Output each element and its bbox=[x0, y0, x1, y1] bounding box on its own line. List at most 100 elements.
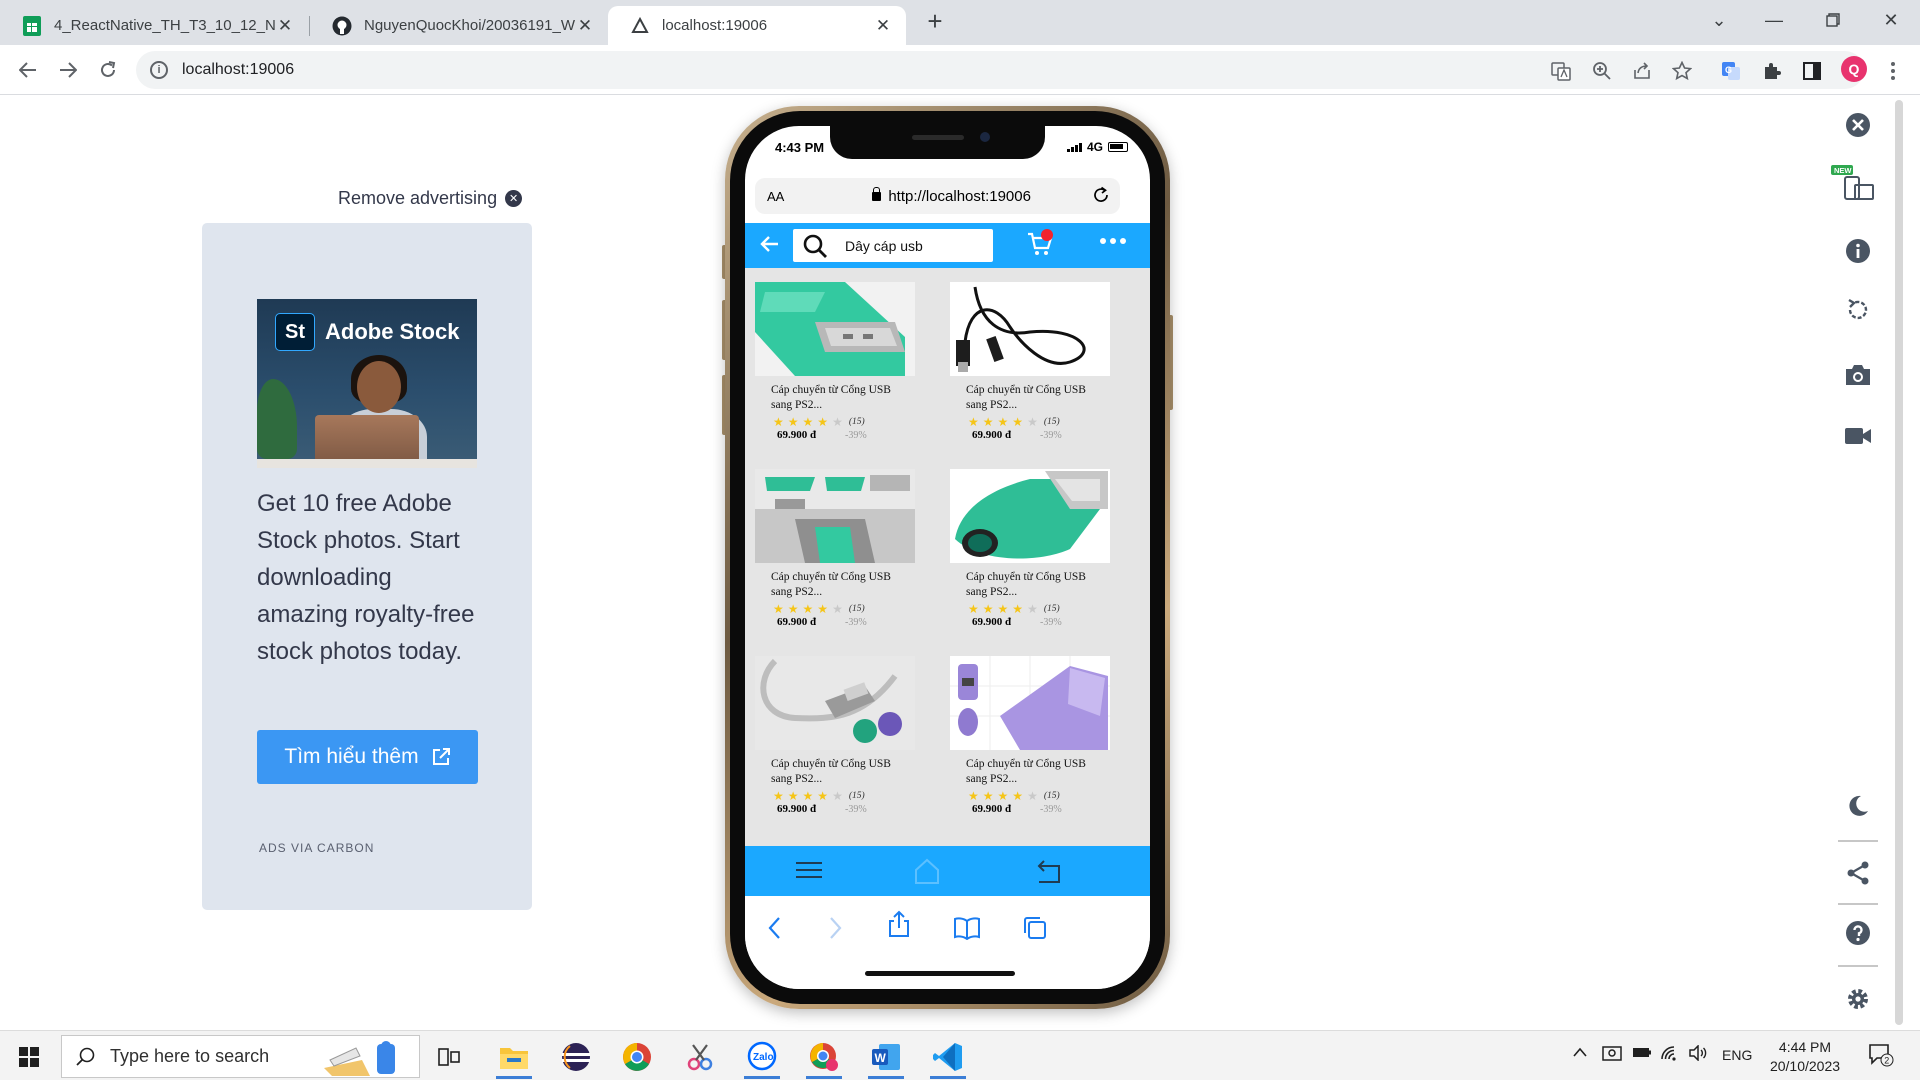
product-name[interactable]: Cáp chuyển từ Cổng USB sang PS2... bbox=[966, 570, 1096, 600]
remove-advertising-link[interactable]: Remove advertising ✕ bbox=[338, 188, 523, 209]
minimize-button[interactable]: — bbox=[1747, 0, 1801, 40]
address-url[interactable]: localhost:19006 bbox=[182, 61, 294, 79]
product-image[interactable] bbox=[755, 282, 915, 376]
share-icon[interactable] bbox=[888, 910, 910, 943]
bookmarks-book-icon[interactable] bbox=[953, 916, 981, 945]
dark-mode-moon-icon[interactable] bbox=[1843, 791, 1873, 821]
ad-image[interactable]: St Adobe Stock bbox=[257, 299, 477, 468]
product-name[interactable]: Cáp chuyển từ Cổng USB sang PS2... bbox=[771, 570, 901, 600]
video-camera-icon[interactable] bbox=[1843, 421, 1873, 451]
battery-icon[interactable] bbox=[1632, 1045, 1652, 1062]
product-name[interactable]: Cáp chuyển từ Cổng USB sang PS2... bbox=[771, 757, 901, 787]
cart-icon[interactable] bbox=[1027, 229, 1053, 261]
product-card[interactable]: Cáp chuyển từ Cổng USB sang PS2... ★ ★ ★ ★ ★… bbox=[940, 642, 1120, 817]
tab-github[interactable]: NguyenQuocKhoi/20036191_W ✕ bbox=[310, 6, 608, 45]
chrome-profile-icon[interactable] bbox=[800, 1035, 848, 1079]
site-info-icon[interactable]: i bbox=[150, 61, 168, 79]
snipping-tool-icon[interactable] bbox=[676, 1035, 724, 1079]
product-card[interactable]: Cáp chuyển từ Cổng USB sang PS2... ★ ★ ★ ★ ★… bbox=[940, 455, 1120, 630]
product-image[interactable] bbox=[950, 469, 1110, 563]
translate-icon[interactable] bbox=[1549, 59, 1573, 83]
product-name[interactable]: Cáp chuyển từ Cổng USB sang PS2... bbox=[771, 383, 901, 413]
chevron-left-icon[interactable] bbox=[767, 916, 781, 945]
chevron-right-icon[interactable] bbox=[829, 916, 843, 945]
mobile-address-bar[interactable]: AA http://localhost:19006 bbox=[755, 178, 1120, 214]
forward-button[interactable] bbox=[53, 55, 83, 85]
product-name[interactable]: Cáp chuyển từ Cổng USB sang PS2... bbox=[966, 757, 1096, 787]
tab-search-chevron-icon[interactable]: ⌄ bbox=[1692, 0, 1746, 40]
arrow-left-icon[interactable] bbox=[759, 233, 781, 260]
info-icon[interactable] bbox=[1843, 236, 1873, 266]
product-image[interactable] bbox=[950, 656, 1110, 750]
text-size-button[interactable]: AA bbox=[767, 189, 784, 204]
product-name[interactable]: Cáp chuyển từ Cổng USB sang PS2... bbox=[966, 383, 1096, 413]
tab-localhost[interactable]: localhost:19006 ✕ bbox=[608, 6, 906, 45]
back-button[interactable] bbox=[13, 55, 43, 85]
ad-cta-button[interactable]: Tìm hiểu thêm bbox=[257, 730, 478, 784]
more-dots-icon[interactable] bbox=[1100, 238, 1130, 244]
product-image[interactable] bbox=[755, 469, 915, 563]
new-badge: NEW bbox=[1834, 166, 1852, 175]
close-panel-icon[interactable] bbox=[1843, 110, 1873, 140]
settings-gear-icon[interactable] bbox=[1843, 984, 1873, 1014]
profile-avatar[interactable]: Q bbox=[1841, 56, 1867, 82]
extensions-puzzle-icon[interactable] bbox=[1760, 59, 1784, 83]
tab-sheets[interactable]: 4_ReactNative_TH_T3_10_12_N2 ✕ bbox=[0, 6, 308, 45]
product-image[interactable] bbox=[755, 656, 915, 750]
language-indicator[interactable]: ENG bbox=[1722, 1047, 1752, 1063]
chrome-icon[interactable] bbox=[613, 1035, 661, 1079]
review-count: (15) bbox=[1043, 604, 1060, 614]
mobile-reload-icon[interactable] bbox=[1092, 186, 1110, 209]
close-window-button[interactable]: ✕ bbox=[1864, 0, 1918, 40]
show-hidden-icons-chevron-icon[interactable] bbox=[1572, 1045, 1588, 1061]
share-nodes-icon[interactable] bbox=[1843, 858, 1873, 888]
word-icon[interactable]: W bbox=[862, 1035, 910, 1079]
ad-card[interactable]: St Adobe Stock Get 10 free Adobe Stock p… bbox=[202, 223, 532, 910]
device-select-icon[interactable]: NEW bbox=[1831, 165, 1875, 200]
ads-via-carbon[interactable]: ADS VIA CARBON bbox=[259, 841, 374, 855]
product-card[interactable]: Cáp chuyển từ Cổng USB sang PS2... ★ ★ ★ ★ ★… bbox=[940, 268, 1120, 443]
product-card[interactable]: Cáp chuyển từ Cổng USB sang PS2... ★ ★ ★ ★ ★… bbox=[745, 268, 925, 443]
back-return-icon[interactable] bbox=[1035, 858, 1063, 889]
meet-now-icon[interactable] bbox=[1602, 1045, 1622, 1066]
ad-description[interactable]: Get 10 free Adobe Stock photos. Start do… bbox=[257, 485, 487, 670]
file-explorer-icon[interactable] bbox=[490, 1035, 538, 1079]
close-icon[interactable]: ✕ bbox=[874, 16, 892, 36]
wifi-icon[interactable] bbox=[1660, 1045, 1680, 1064]
product-price: 69.900 đ bbox=[972, 616, 1012, 628]
eclipse-icon[interactable] bbox=[552, 1035, 600, 1079]
restore-button[interactable] bbox=[1806, 0, 1860, 40]
product-image[interactable] bbox=[950, 282, 1110, 376]
product-price: 69.900 đ bbox=[777, 803, 817, 815]
tabs-icon[interactable] bbox=[1023, 916, 1047, 945]
rotate-icon[interactable] bbox=[1843, 295, 1873, 325]
vscode-icon[interactable] bbox=[924, 1035, 972, 1079]
product-search-input[interactable]: Dây cáp usb bbox=[793, 229, 993, 262]
reload-button[interactable] bbox=[93, 55, 123, 85]
help-question-icon[interactable] bbox=[1843, 918, 1873, 948]
close-icon[interactable]: ✕ bbox=[276, 16, 294, 36]
new-tab-button[interactable]: + bbox=[920, 6, 950, 36]
mobile-url[interactable]: http://localhost:19006 bbox=[872, 186, 1031, 205]
taskbar-clock[interactable]: 4:44 PM 20/10/2023 bbox=[1760, 1038, 1850, 1076]
menu-kebab-icon[interactable] bbox=[1881, 59, 1905, 83]
google-translate-extension-icon[interactable]: G bbox=[1719, 59, 1743, 83]
product-card[interactable]: Cáp chuyển từ Cổng USB sang PS2... ★ ★ ★ ★ ★… bbox=[745, 642, 925, 817]
close-icon[interactable]: ✕ bbox=[576, 16, 594, 36]
zalo-icon[interactable]: Zalo bbox=[738, 1035, 786, 1079]
windows-start-icon[interactable] bbox=[19, 1047, 39, 1067]
volume-icon[interactable] bbox=[1688, 1044, 1708, 1064]
hamburger-menu-icon[interactable] bbox=[795, 858, 823, 887]
product-card[interactable]: Cáp chuyển từ Cổng USB sang PS2... ★ ★ ★ ★ ★… bbox=[745, 455, 925, 630]
camera-icon[interactable] bbox=[1843, 360, 1873, 390]
review-count: (15) bbox=[848, 417, 865, 427]
zoom-icon[interactable] bbox=[1590, 59, 1614, 83]
notifications-icon[interactable]: 2 bbox=[1868, 1043, 1894, 1070]
share-icon[interactable] bbox=[1630, 59, 1654, 83]
side-panel-icon[interactable] bbox=[1800, 59, 1824, 83]
bookmark-star-icon[interactable] bbox=[1670, 59, 1694, 83]
taskbar-search-box[interactable]: Type here to search bbox=[61, 1035, 420, 1078]
task-view-icon[interactable] bbox=[425, 1035, 473, 1079]
vertical-scrollbar[interactable] bbox=[1895, 100, 1903, 1025]
home-icon[interactable] bbox=[913, 858, 941, 889]
